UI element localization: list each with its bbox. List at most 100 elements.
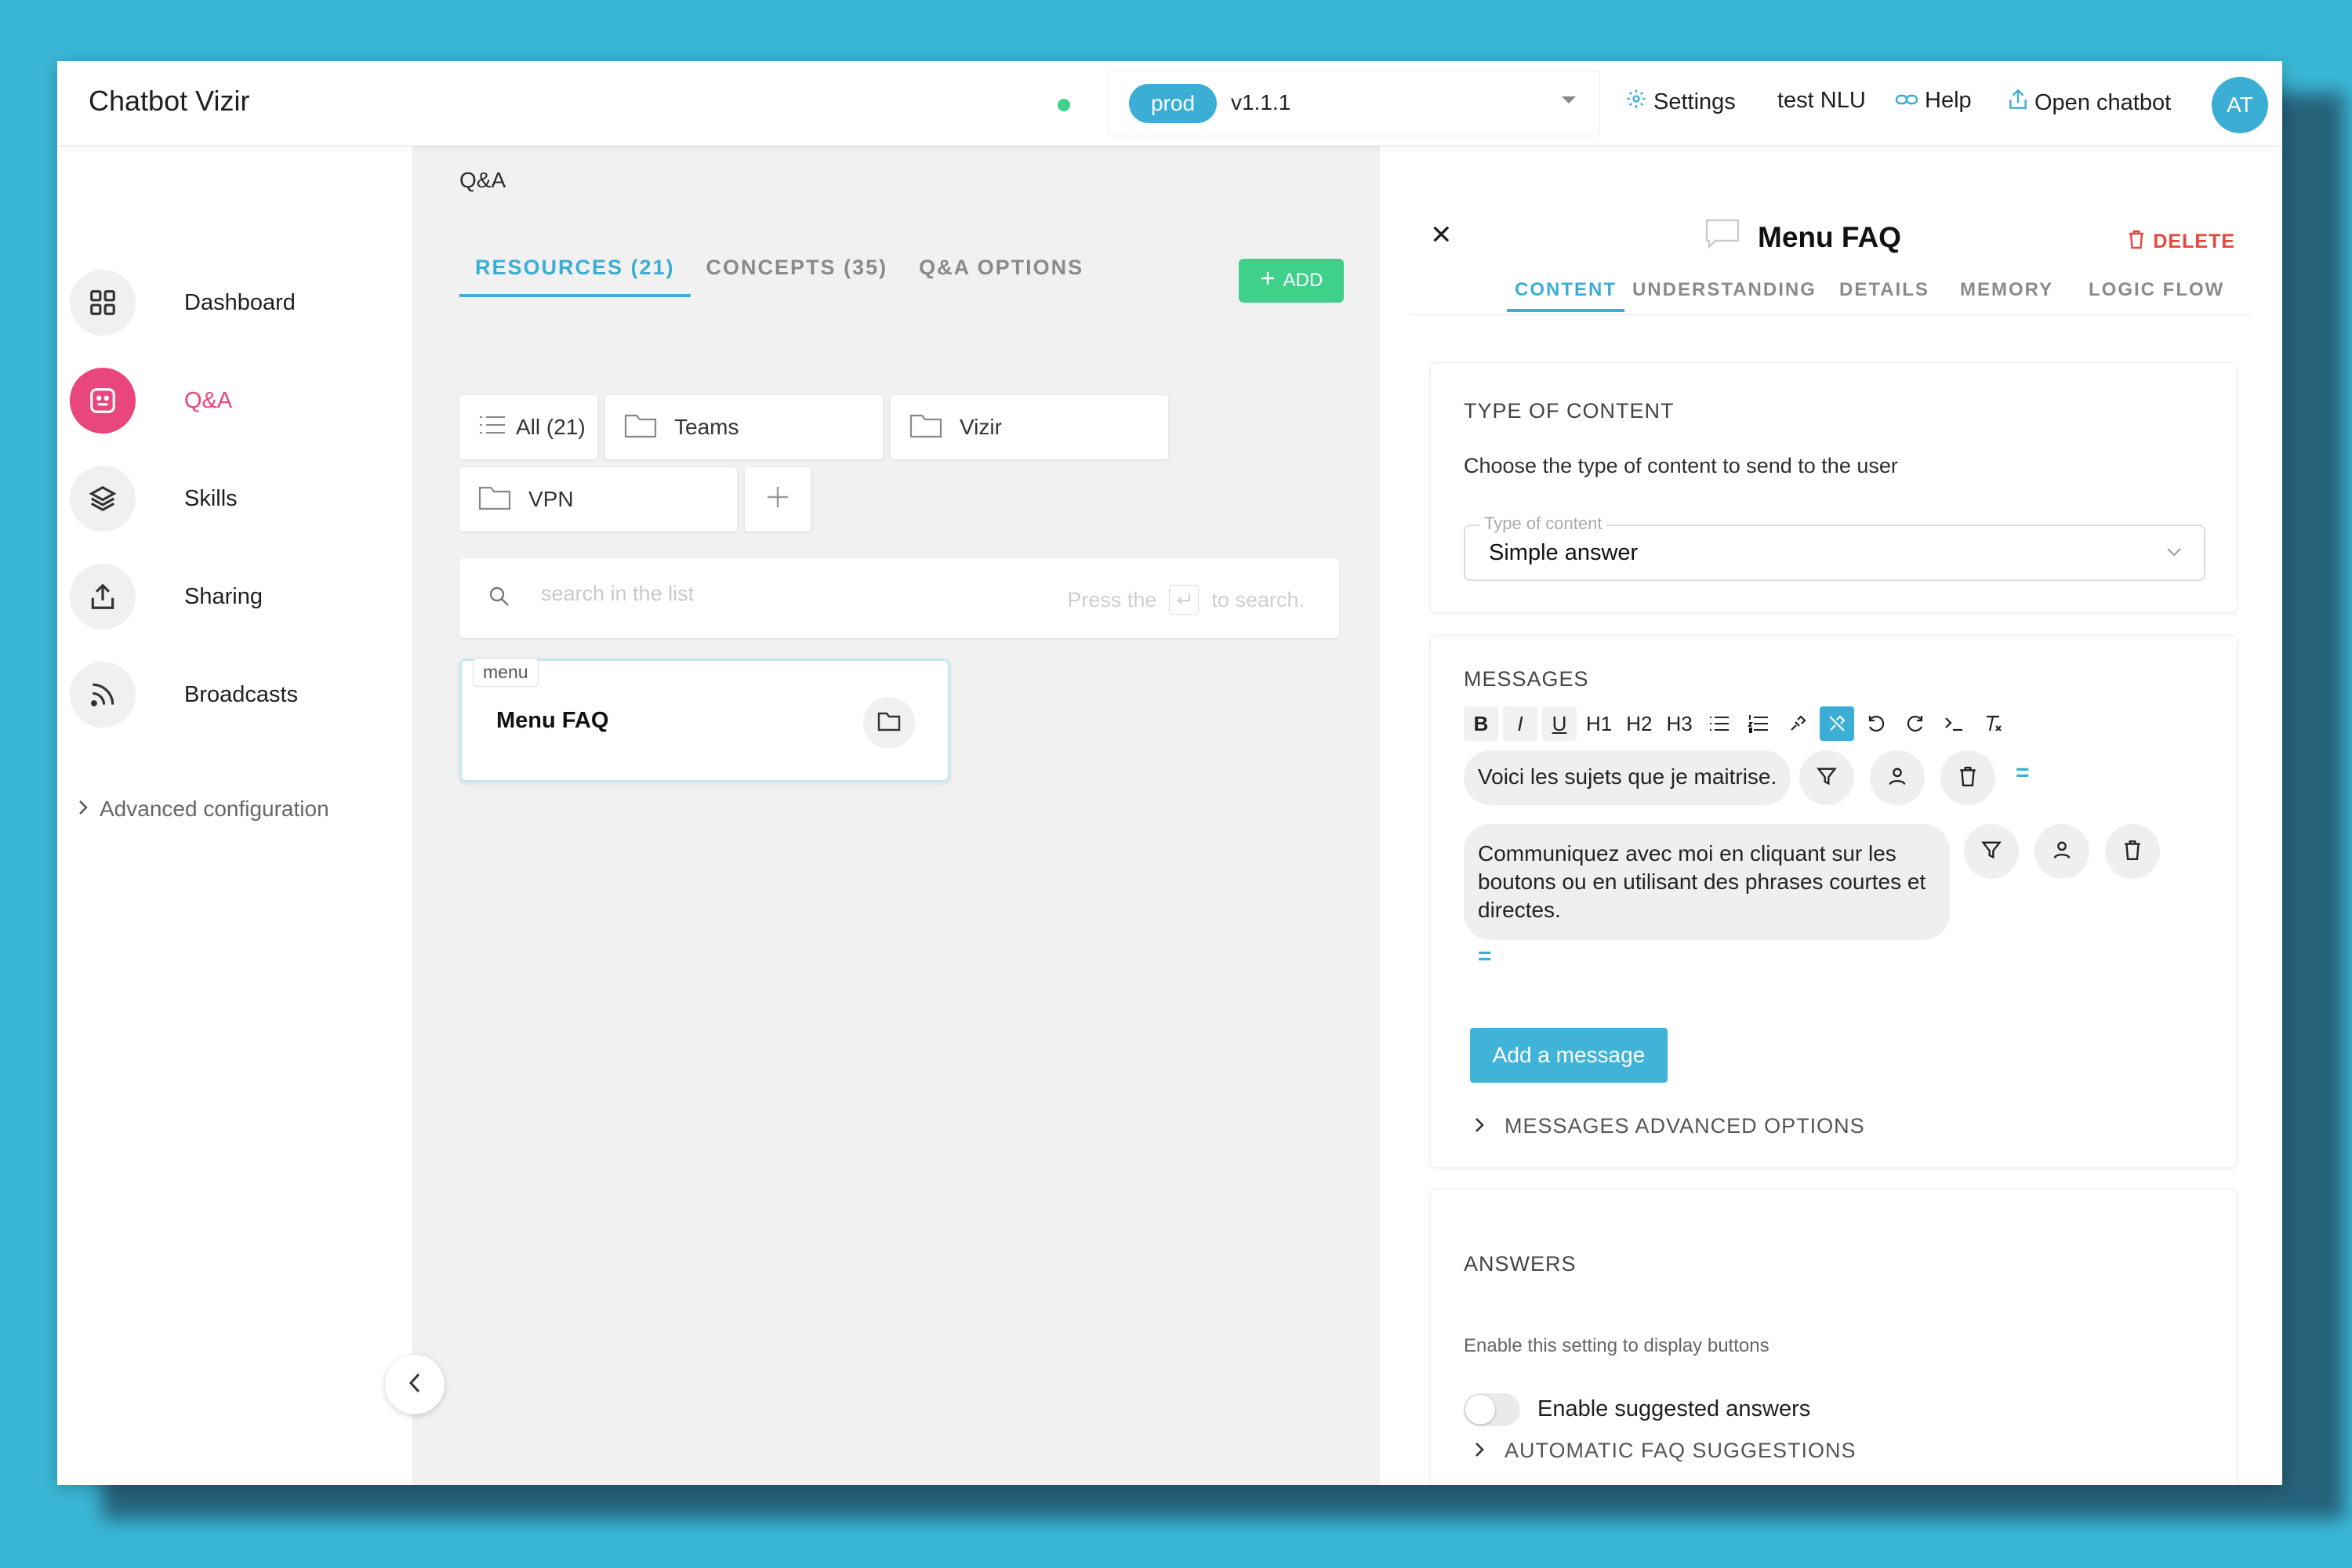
advanced-configuration-label: Advanced configuration — [100, 797, 329, 821]
suggested-answers-toggle[interactable] — [1464, 1393, 1520, 1426]
search-box: Press the to search. — [459, 558, 1339, 638]
chevron-right-icon — [1475, 1114, 1484, 1138]
add-message-button[interactable]: Add a message — [1470, 1028, 1668, 1083]
tab-concepts[interactable]: CONCEPTS (35) — [691, 256, 904, 297]
sidebar: Dashboard Q&A Skills Sharing Broadcasts — [57, 146, 412, 1485]
folder-vpn[interactable]: VPN — [459, 467, 737, 532]
chevron-left-icon — [408, 1372, 422, 1398]
audience-button[interactable] — [2034, 824, 2089, 879]
user-avatar[interactable]: AT — [2212, 77, 2268, 133]
faq-suggestions-label: AUTOMATIC FAQ SUGGESTIONS — [1504, 1439, 1857, 1462]
advanced-configuration-toggle[interactable]: Advanced configuration — [78, 797, 329, 822]
rich-text-toolbar: B I U H1 H2 H3 — [1464, 706, 2011, 741]
folder-icon — [877, 711, 901, 735]
filter-button[interactable] — [1799, 750, 1854, 805]
card-tag: menu — [473, 658, 539, 687]
tab-qa-options[interactable]: Q&A OPTIONS — [903, 256, 1099, 297]
trash-icon — [2128, 229, 2145, 255]
tab-resources[interactable]: RESOURCES (21) — [459, 256, 691, 297]
search-hint: Press the to search. — [1067, 585, 1305, 615]
message-bubble[interactable]: Communiquez avec moi en cliquant sur les… — [1464, 824, 1950, 940]
folder-teams[interactable]: Teams — [605, 395, 883, 459]
tab-details[interactable]: DETAILS — [1839, 279, 1929, 301]
audience-button[interactable] — [1870, 750, 1925, 805]
search-hint-after: to search. — [1211, 587, 1305, 612]
test-nlu-link[interactable]: test NLU — [1777, 88, 1866, 114]
link-icon[interactable] — [1780, 706, 1815, 741]
layers-icon — [70, 466, 136, 532]
type-of-content-section: TYPE OF CONTENT Choose the type of conte… — [1430, 362, 2238, 613]
h3-button[interactable]: H3 — [1662, 706, 1697, 741]
add-button[interactable]: ADD — [1239, 259, 1344, 303]
resource-card[interactable]: menu Menu FAQ — [459, 658, 950, 782]
select-legend: Type of content — [1479, 514, 1607, 534]
sidebar-item-skills[interactable]: Skills — [70, 466, 399, 532]
unlink-icon[interactable] — [1819, 706, 1854, 741]
drag-handle-icon[interactable]: = — [1478, 943, 1492, 970]
underline-button[interactable]: U — [1542, 706, 1577, 741]
panel-tabs: CONTENT UNDERSTANDING DETAILS MEMORY LOG… — [1411, 273, 2252, 315]
folder-icon — [624, 412, 657, 444]
panel-title: Menu FAQ — [1704, 218, 1901, 256]
h1-button[interactable]: H1 — [1581, 706, 1617, 741]
trash-icon — [1958, 765, 1978, 791]
bullet-list-icon[interactable] — [1702, 706, 1737, 741]
sidebar-item-dashboard[interactable]: Dashboard — [70, 270, 399, 336]
app-title: Chatbot Vizir — [89, 85, 250, 117]
sidebar-item-label: Broadcasts — [184, 681, 299, 707]
redo-icon[interactable] — [1898, 706, 1933, 741]
folder-teams-label: Teams — [674, 415, 739, 439]
open-chatbot-link[interactable]: Open chatbot — [2008, 88, 2171, 118]
user-icon — [1886, 765, 1908, 791]
messages-advanced-options-toggle[interactable]: MESSAGES ADVANCED OPTIONS — [1475, 1114, 1865, 1138]
delete-message-button[interactable] — [1940, 750, 1995, 805]
h2-button[interactable]: H2 — [1621, 706, 1657, 741]
environment-select[interactable]: prod v1.1.1 — [1108, 71, 1600, 136]
sidebar-item-broadcasts[interactable]: Broadcasts — [70, 662, 399, 728]
resources-area: Q&A RESOURCES (21) CONCEPTS (35) Q&A OPT… — [412, 146, 1380, 1485]
breadcrumb: Q&A — [459, 168, 506, 192]
delete-label: DELETE — [2153, 230, 2235, 252]
message-bubble[interactable]: Voici les sujets que je maitrise. — [1464, 750, 1791, 805]
settings-link[interactable]: Settings — [1625, 88, 1736, 116]
close-icon[interactable]: ✕ — [1430, 220, 1453, 251]
code-icon[interactable] — [1937, 706, 1972, 741]
tab-memory[interactable]: MEMORY — [1960, 279, 2053, 301]
tab-logic-flow[interactable]: LOGIC FLOW — [2089, 279, 2224, 301]
sidebar-item-label: Dashboard — [184, 289, 296, 315]
folder-vizir[interactable]: Vizir — [891, 395, 1168, 459]
drag-handle-icon[interactable]: = — [2016, 760, 2030, 786]
folder-all[interactable]: All (21) — [459, 395, 597, 459]
resource-tabs: RESOURCES (21) CONCEPTS (35) Q&A OPTIONS — [459, 256, 1099, 297]
clear-format-icon[interactable] — [1976, 706, 2011, 741]
delete-button[interactable]: DELETE — [2128, 229, 2235, 255]
faq-suggestions-toggle[interactable]: AUTOMATIC FAQ SUGGESTIONS — [1475, 1439, 1857, 1463]
collapse-sidebar-button[interactable] — [385, 1355, 445, 1414]
messages-advanced-options-label: MESSAGES ADVANCED OPTIONS — [1504, 1114, 1865, 1138]
bold-button[interactable]: B — [1464, 706, 1498, 741]
add-folder-button[interactable] — [745, 467, 811, 532]
move-to-folder-button[interactable] — [863, 697, 915, 749]
numbered-list-icon[interactable] — [1741, 706, 1776, 741]
gear-icon — [1625, 88, 1647, 116]
answers-section: ANSWERS Enable this setting to display b… — [1430, 1189, 2238, 1485]
undo-icon[interactable] — [1859, 706, 1893, 741]
filter-icon — [1816, 765, 1838, 791]
italic-button[interactable]: I — [1503, 706, 1537, 741]
search-input[interactable] — [541, 582, 1011, 606]
delete-message-button[interactable] — [2105, 824, 2160, 879]
tab-understanding[interactable]: UNDERSTANDING — [1632, 279, 1817, 301]
sidebar-item-qa[interactable]: Q&A — [70, 368, 399, 434]
sidebar-item-sharing[interactable]: Sharing — [70, 564, 399, 630]
help-link[interactable]: Help — [1895, 88, 1972, 114]
enter-key-icon — [1169, 585, 1200, 615]
answers-description: Enable this setting to display buttons — [1464, 1335, 1769, 1356]
filter-button[interactable] — [1964, 824, 2019, 879]
content-type-select[interactable]: Type of content Simple answer — [1464, 514, 2205, 581]
help-label: Help — [1925, 88, 1972, 113]
sidebar-item-label: Skills — [184, 485, 238, 511]
section-description: Choose the type of content to send to th… — [1464, 454, 1898, 477]
status-dot — [1058, 99, 1070, 111]
tab-content[interactable]: CONTENT — [1507, 279, 1624, 312]
test-nlu-label: test NLU — [1777, 88, 1866, 113]
